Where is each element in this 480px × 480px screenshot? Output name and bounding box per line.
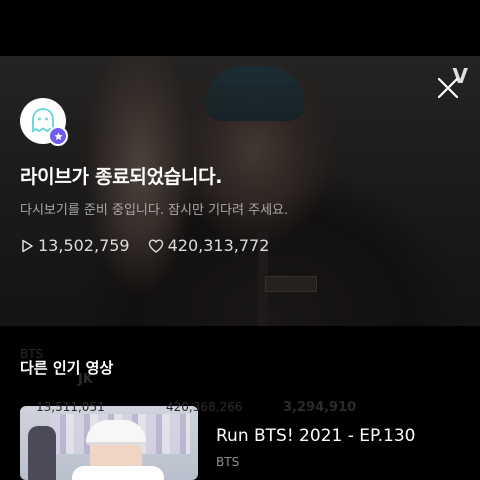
live-stats: 13,502,759 420,313,772 [20, 236, 460, 255]
heart-icon [148, 238, 163, 253]
view-count-value: 13,502,759 [38, 236, 130, 255]
video-title[interactable]: Run BTS! 2021 - EP.130 [216, 426, 415, 446]
bg-view-count: 13,511,051 [36, 400, 105, 414]
live-ended-subtitle: 다시보기를 준비 중입니다. 잠시만 기다려 주세요. [20, 203, 289, 218]
video-subject-jacket-label [265, 276, 317, 292]
view-count: 13,502,759 [20, 236, 130, 255]
channel-avatar[interactable] [20, 98, 68, 146]
video-channel[interactable]: BTS [216, 455, 239, 469]
video-card[interactable]: Run BTS! 2021 - EP.130 BTS [20, 406, 460, 480]
bg-like-count: 420,368,266 [166, 400, 243, 414]
live-ended-panel: 라이브가 종료되었습니다. 다시보기를 준비 중입니다. 잠시만 기다려 주세요… [20, 98, 460, 255]
star-badge-icon [48, 126, 68, 146]
live-ended-title: 라이브가 종료되었습니다. [20, 166, 223, 188]
thumbnail-shirt [72, 466, 164, 480]
like-count-value: 420,313,772 [167, 236, 270, 255]
thumbnail-side-person [28, 426, 56, 480]
popular-videos-heading: 다른 인기 영상 [20, 359, 114, 377]
play-icon [22, 239, 33, 252]
thumbnail-cap [86, 420, 146, 445]
bg-comment-count: 3,294,910 [283, 400, 357, 415]
like-count: 420,313,772 [148, 236, 270, 255]
video-thumbnail[interactable] [20, 406, 198, 480]
